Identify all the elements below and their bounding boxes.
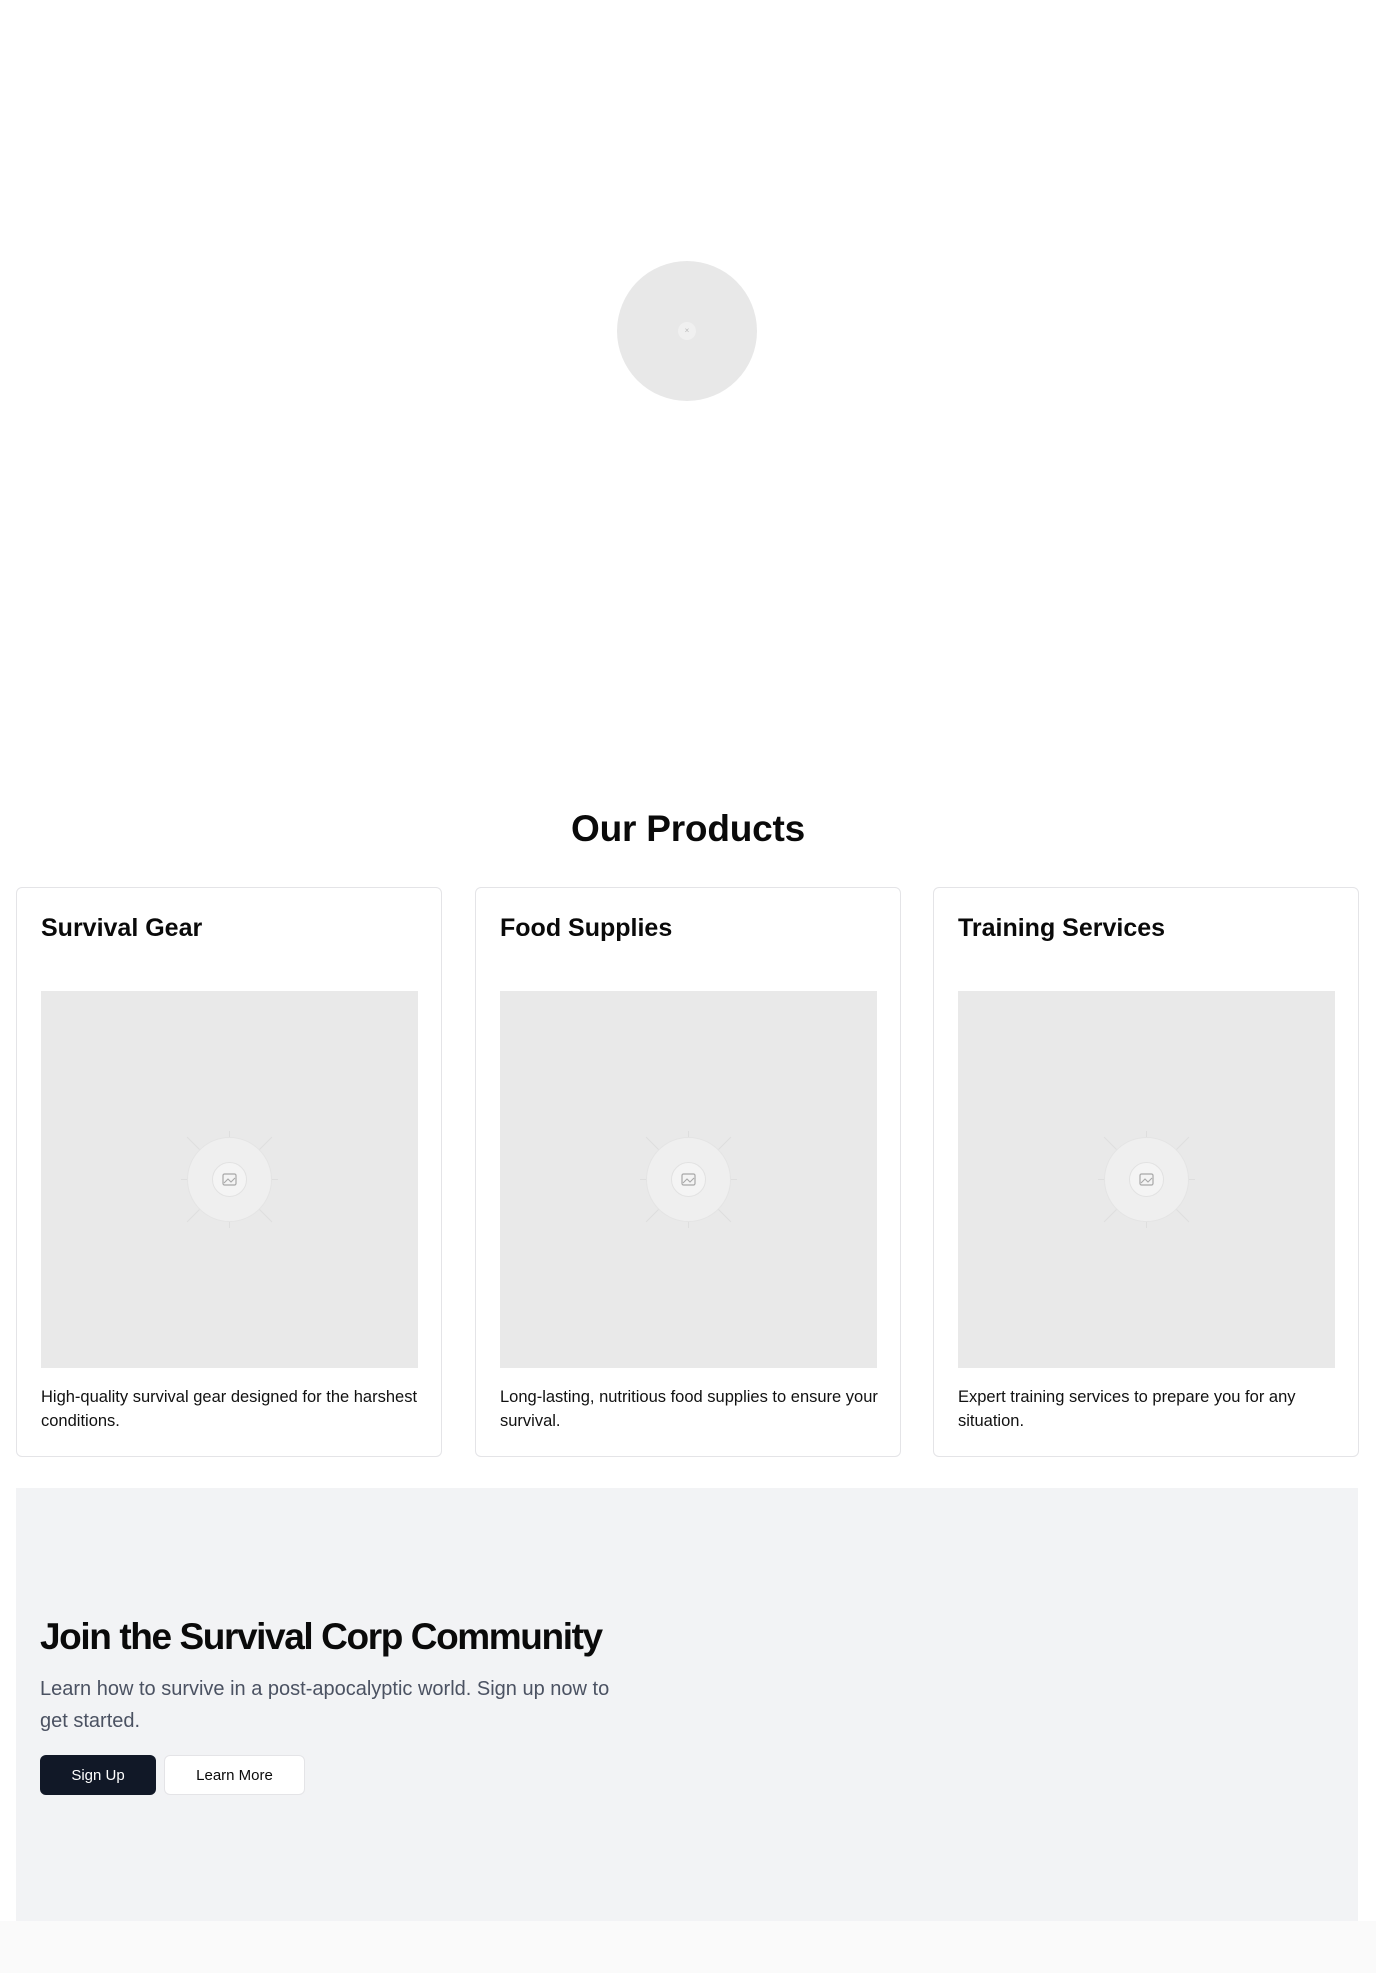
learn-more-button[interactable]: Learn More — [164, 1755, 305, 1795]
product-image-placeholder — [41, 991, 418, 1368]
product-card-description: Expert training services to prepare you … — [958, 1388, 1296, 1430]
hero-section: × — [0, 0, 1376, 780]
product-card-title: Survival Gear — [41, 914, 203, 942]
product-image-placeholder — [958, 991, 1335, 1368]
product-card-training-services: Training Services Expert training servic… — [933, 887, 1359, 1457]
product-card-food-supplies: Food Supplies Long-lasting, nutritious f… — [475, 887, 901, 1457]
image-placeholder-icon — [640, 1131, 737, 1228]
cta-title: Join the Survival Corp Community — [40, 1616, 603, 1657]
hero-image-placeholder: × — [617, 261, 757, 401]
cta-description: Learn how to survive in a post-apocalypt… — [40, 1678, 610, 1732]
placeholder-glyph: × — [684, 326, 690, 335]
image-placeholder-icon — [181, 1131, 278, 1228]
product-card-title: Training Services — [958, 914, 1166, 942]
product-card-description: Long-lasting, nutritious food supplies t… — [500, 1388, 878, 1430]
community-cta-section: Join the Survival Corp Community Learn h… — [16, 1488, 1358, 1921]
product-image-placeholder — [500, 991, 877, 1368]
image-placeholder-icon — [1098, 1131, 1195, 1228]
product-card-description: High-quality survival gear designed for … — [41, 1388, 418, 1430]
sign-up-button[interactable]: Sign Up — [40, 1755, 156, 1795]
footer-area — [0, 1921, 1376, 1973]
image-placeholder-icon: × — [678, 322, 696, 340]
product-card-title: Food Supplies — [500, 914, 673, 942]
products-title: Our Products — [570, 808, 806, 849]
product-card-survival-gear: Survival Gear High-quality survival gear… — [16, 887, 442, 1457]
